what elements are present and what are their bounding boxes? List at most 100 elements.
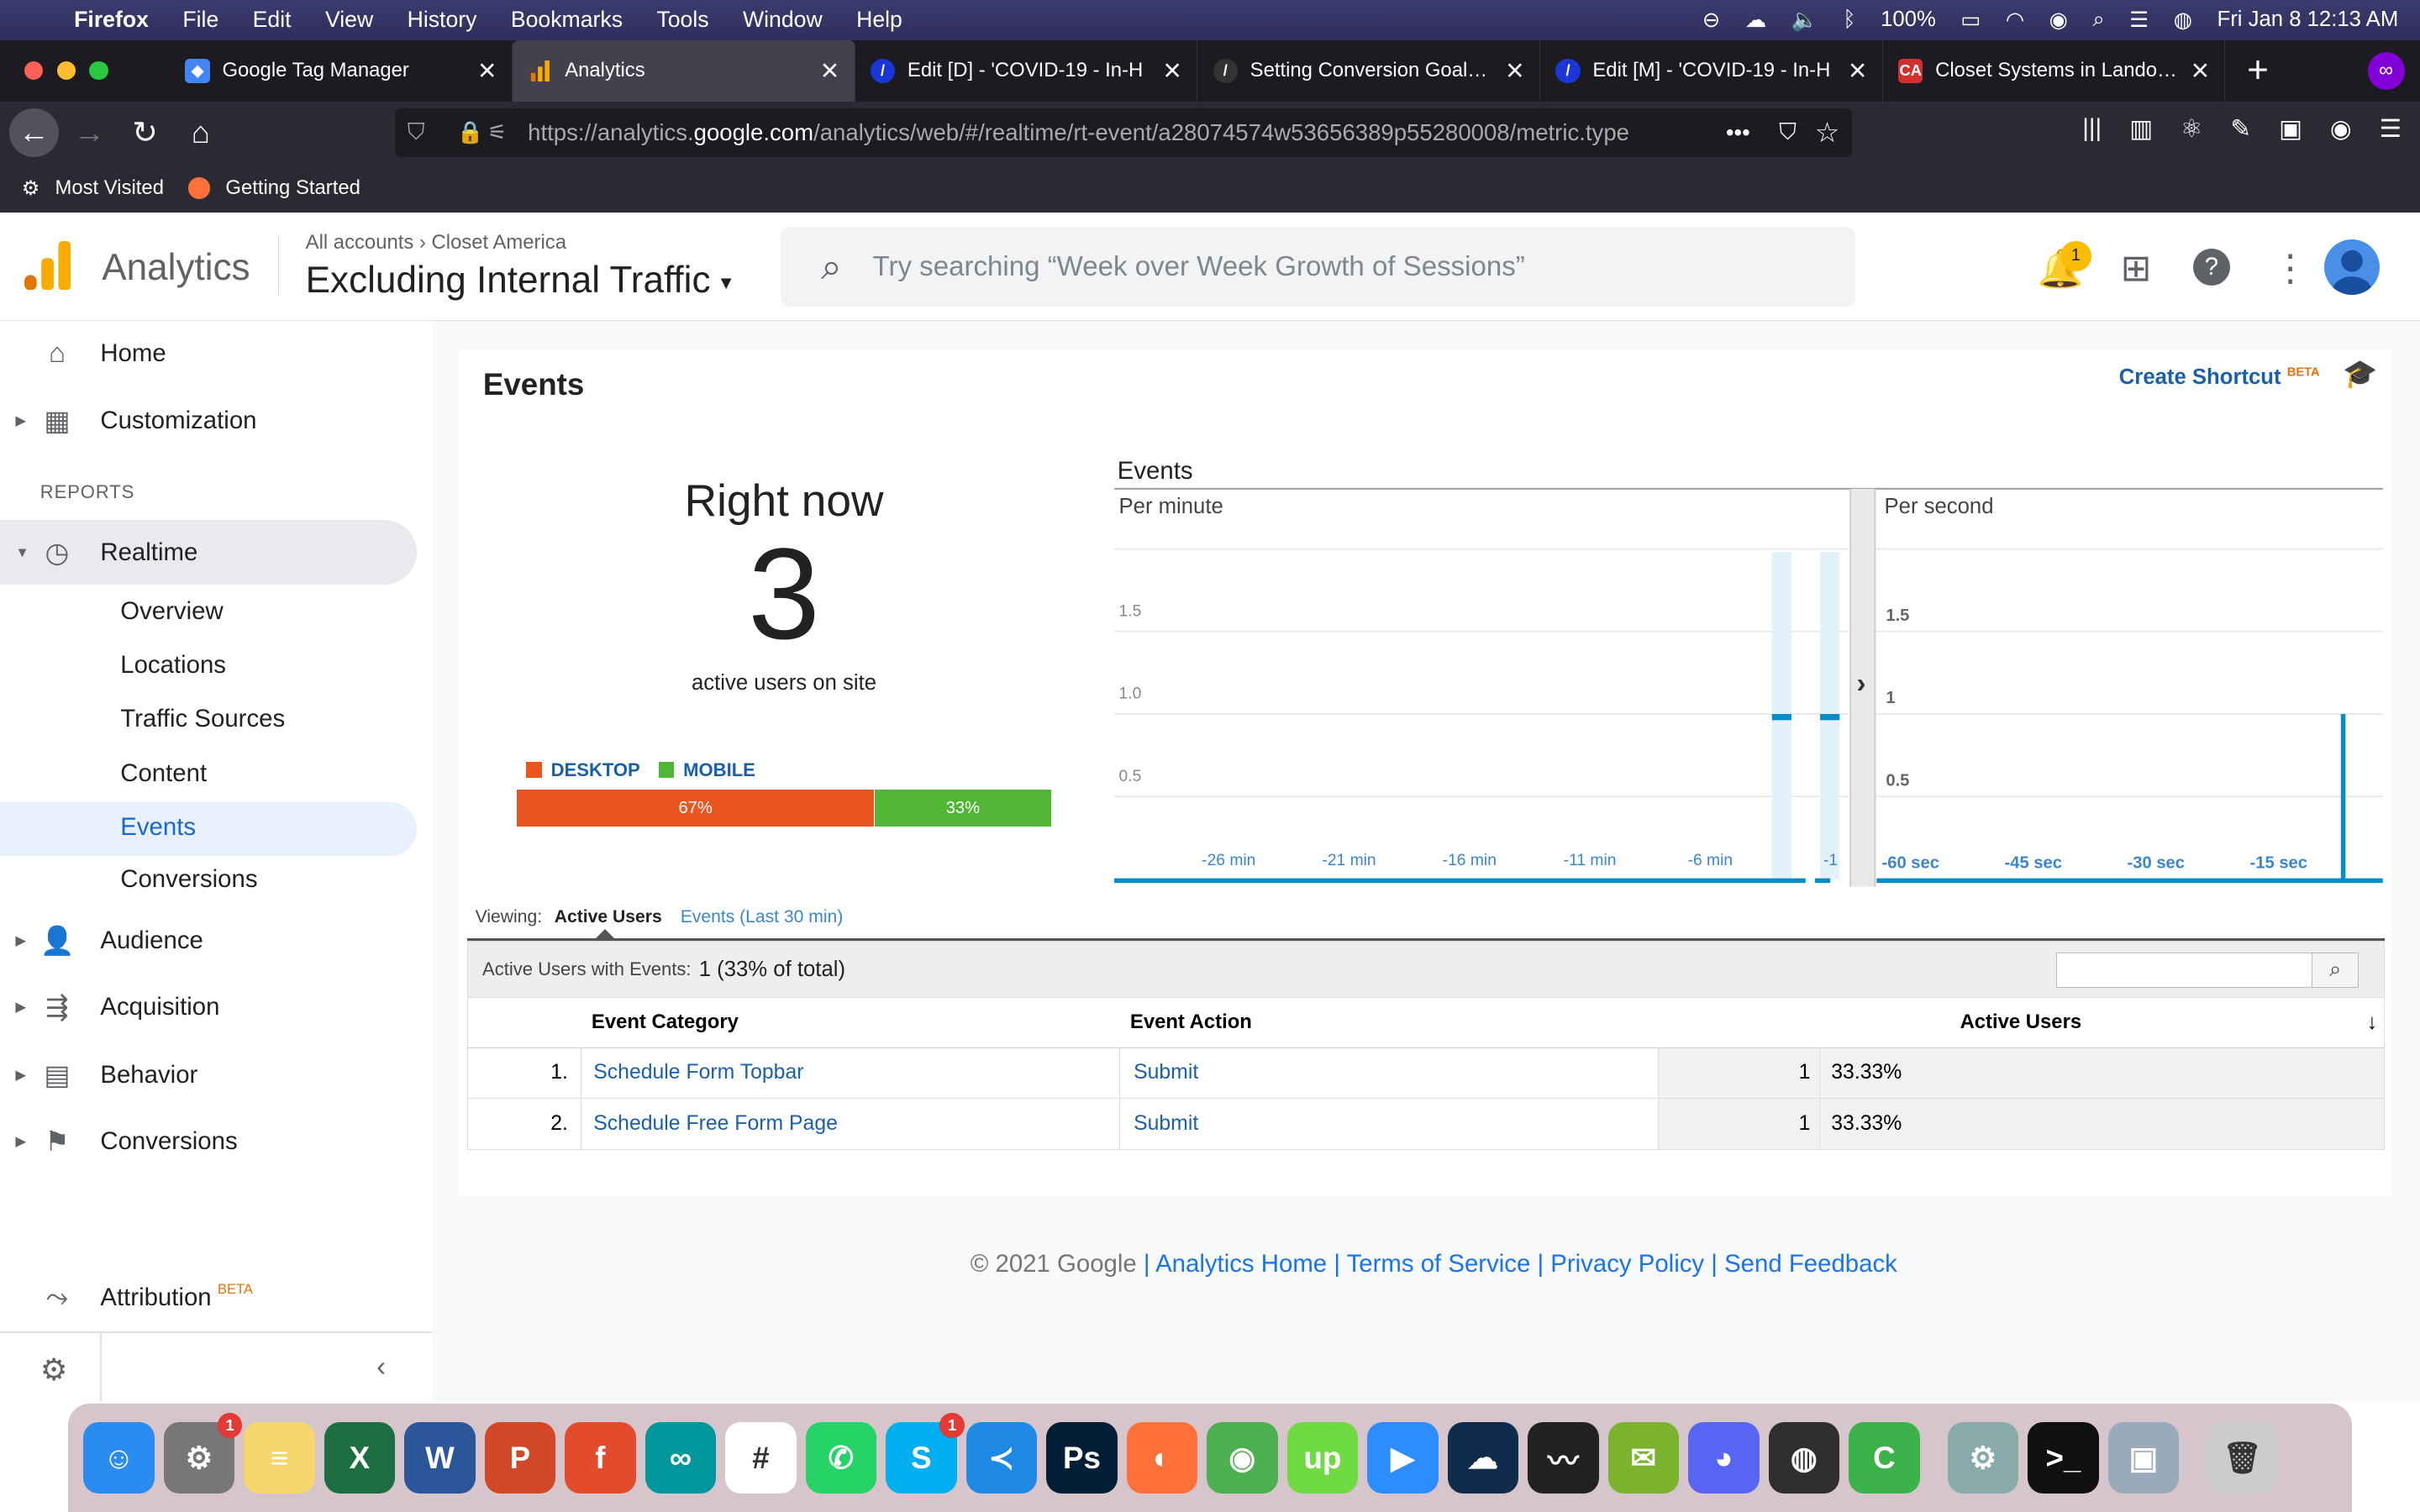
event-action-link[interactable]: Submit — [1119, 1047, 1659, 1099]
help-icon[interactable]: ? — [2192, 248, 2231, 286]
trash-dock-icon[interactable]: 🗑 — [2207, 1422, 2278, 1494]
tab-edit-m[interactable]: / Edit [M] - 'COVID-19 - In-H × — [1540, 39, 1883, 102]
wechat-dock-icon[interactable]: ✉ — [1607, 1422, 1680, 1494]
powerpoint-dock-icon[interactable]: P — [484, 1422, 556, 1494]
menu-app-name[interactable]: Firefox — [74, 7, 149, 33]
new-tab-icon[interactable]: + — [2247, 50, 2269, 92]
tab-edit-d[interactable]: / Edit [D] - 'COVID-19 - In-H × — [855, 39, 1198, 102]
sidebar-item-conversions[interactable]: ▶ ⚑ Conversions — [0, 1110, 417, 1174]
fontforge-dock-icon[interactable]: f — [565, 1422, 636, 1494]
event-category-link[interactable]: Schedule Free Form Page — [581, 1098, 1120, 1150]
breadcrumb-all-accounts[interactable]: All accounts — [306, 231, 414, 254]
notes-dock-icon[interactable]: ≡ — [244, 1422, 315, 1494]
close-window-button[interactable] — [24, 61, 44, 81]
header-event-category[interactable]: Event Category — [581, 998, 1119, 1047]
expand-chevron-icon[interactable]: › — [1857, 669, 1866, 700]
create-shortcut-link[interactable]: Create Shortcut BETA — [2119, 365, 2320, 390]
create-shortcut-label[interactable]: Create Shortcut — [2119, 365, 2281, 389]
preview-dock-icon[interactable]: ▣ — [2107, 1422, 2180, 1494]
close-tab-icon[interactable]: × — [1849, 55, 1866, 87]
zoom-window-button[interactable] — [89, 61, 108, 81]
tab-analytics[interactable]: Analytics × — [512, 39, 855, 102]
apps-grid-icon[interactable]: ⊞ — [2121, 247, 2152, 290]
camtasia-dock-icon[interactable]: C — [1849, 1422, 1920, 1494]
viewing-tab-active-users[interactable]: Active Users — [555, 907, 662, 927]
sidebar-item-acquisition[interactable]: ▶ ⇶ Acquisition — [0, 975, 417, 1040]
hamburger-menu-icon[interactable]: ☰ — [2380, 114, 2402, 144]
more-vert-icon[interactable]: ⋮ — [2272, 247, 2309, 290]
wifi-icon[interactable]: ◠ — [2006, 8, 2024, 33]
collapse-sidebar-icon[interactable]: ‹ — [376, 1352, 386, 1383]
react-devtools-icon[interactable]: ⚛ — [2181, 114, 2202, 144]
tracking-shield-icon[interactable]: ⛉ — [408, 118, 425, 146]
clock[interactable]: Fri Jan 8 12:13 AM — [2217, 8, 2399, 32]
caret-right-icon[interactable]: ▶ — [15, 1133, 26, 1150]
pocket-icon[interactable]: ⛉ — [1779, 118, 1797, 146]
control-center-icon[interactable]: ☰ — [2129, 8, 2149, 33]
viewing-tab-events[interactable]: Events (Last 30 min) — [681, 907, 844, 927]
upwork-dock-icon[interactable]: up — [1286, 1422, 1359, 1494]
word-dock-icon[interactable]: W — [404, 1422, 476, 1494]
tab-closet-systems[interactable]: CA Closet Systems in Landover × — [1883, 39, 2226, 102]
close-tab-icon[interactable]: × — [821, 55, 839, 87]
menu-bookmarks[interactable]: Bookmarks — [511, 7, 623, 33]
caret-down-icon[interactable]: ▼ — [15, 544, 29, 561]
reload-icon[interactable]: ↻ — [120, 108, 170, 158]
activity-monitor-dock-icon[interactable]: 〰 — [1528, 1422, 1599, 1494]
bookmark-getting-started[interactable]: Getting Started — [225, 176, 360, 200]
cloud-terminal-dock-icon[interactable]: ☁ — [1447, 1422, 1519, 1494]
menu-view[interactable]: View — [325, 7, 373, 33]
url-bar[interactable]: ⛉ 🔒 ⚟ https://analytics.google.com/analy… — [395, 108, 1853, 158]
account-icon[interactable]: ◉ — [2330, 114, 2352, 144]
tab-conversion-goals[interactable]: / Setting Conversion Goals – × — [1197, 39, 1540, 102]
education-hat-icon[interactable]: 🎓 — [2343, 358, 2377, 391]
sidebar-sub-conversions[interactable]: Conversions — [120, 865, 257, 894]
battery-icon[interactable]: ▭ — [1960, 8, 1981, 33]
search-placeholder[interactable]: Try searching “Week over Week Growth of … — [873, 251, 1525, 283]
close-tab-icon[interactable]: × — [1163, 55, 1181, 87]
vscode-dock-icon[interactable]: ≺ — [965, 1422, 1038, 1494]
search-icon[interactable]: ⌕ — [2312, 953, 2359, 988]
view-name[interactable]: Excluding Internal Traffic — [306, 260, 711, 301]
footer-analytics-home[interactable]: Analytics Home — [1155, 1250, 1327, 1278]
header-event-action[interactable]: Event Action — [1119, 998, 1658, 1047]
page-actions-icon[interactable]: ••• — [1726, 119, 1750, 146]
zoom-dock-icon[interactable]: ▶ — [1367, 1422, 1439, 1494]
event-category-link[interactable]: Schedule Form Topbar — [581, 1047, 1120, 1099]
sidebar-item-customization[interactable]: ▶ ▦ Customization — [0, 389, 417, 454]
system-preferences-dock-icon[interactable]: ⚙ 1 — [163, 1413, 243, 1494]
slack-dock-icon[interactable]: # — [725, 1422, 797, 1494]
breadcrumb-account[interactable]: Closet America — [432, 231, 566, 254]
footer-terms[interactable]: Terms of Service — [1347, 1250, 1531, 1278]
admin-gear-icon[interactable]: ⚙ — [40, 1352, 68, 1388]
sidebar-item-audience[interactable]: ▶ 👤 Audience — [0, 909, 417, 974]
back-icon[interactable]: ← — [9, 108, 59, 158]
close-tab-icon[interactable]: × — [478, 55, 496, 87]
analytics-logo-icon[interactable] — [24, 240, 71, 291]
bookmark-most-visited[interactable]: Most Visited — [55, 176, 164, 200]
footer-feedback[interactable]: Send Feedback — [1724, 1250, 1897, 1278]
sidebar-item-realtime[interactable]: ▼ ◷ Realtime — [0, 520, 417, 585]
search-box[interactable]: ⌕ Try searching “Week over Week Growth o… — [781, 226, 1855, 307]
url-text[interactable]: https://analytics.google.com/analytics/w… — [528, 119, 1701, 146]
bluetooth-icon[interactable]: ᛒ — [1843, 8, 1855, 32]
close-tab-icon[interactable]: × — [1506, 55, 1523, 87]
sidebar-sub-events[interactable]: Events — [120, 813, 196, 842]
minimize-window-button[interactable] — [56, 61, 76, 81]
caret-down-icon[interactable]: ▾ — [721, 270, 732, 294]
menu-history[interactable]: History — [408, 7, 477, 33]
obs-dock-icon[interactable]: ◍ — [1768, 1422, 1840, 1494]
caret-right-icon[interactable]: ▶ — [15, 412, 26, 429]
home-icon[interactable]: ⌂ — [176, 108, 225, 158]
sidebar-item-behavior[interactable]: ▶ ▤ Behavior — [0, 1043, 417, 1108]
eyedropper-icon[interactable]: ✎ — [2230, 114, 2251, 144]
screenshot-icon[interactable]: ▣ — [2279, 114, 2302, 144]
status-icon[interactable]: ⊖ — [1702, 8, 1721, 33]
table-search-input[interactable] — [2057, 953, 2312, 988]
photoshop-dock-icon[interactable]: Ps — [1046, 1422, 1118, 1494]
arduino-dock-icon[interactable]: ∞ — [644, 1422, 717, 1494]
discord-dock-icon[interactable]: ◕ — [1688, 1422, 1760, 1494]
spotlight-icon[interactable]: ⌕ — [2092, 8, 2104, 33]
permissions-icon[interactable]: ⚟ — [487, 120, 507, 145]
skype-dock-icon[interactable]: S1 — [886, 1413, 965, 1494]
